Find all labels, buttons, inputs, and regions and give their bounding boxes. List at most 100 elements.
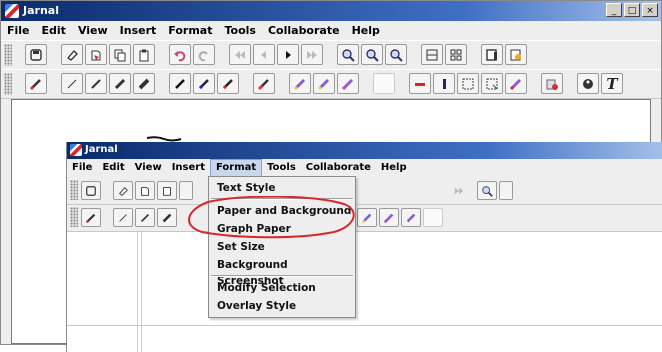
fat-pen-icon[interactable] <box>133 73 155 94</box>
white-pen-icon <box>423 208 443 227</box>
stamp-icon[interactable] <box>85 44 107 65</box>
medium-pen-icon[interactable] <box>85 73 107 94</box>
marker-icon[interactable] <box>505 73 527 94</box>
close-button[interactable]: × <box>642 3 658 17</box>
toolbar-grip[interactable] <box>4 44 12 66</box>
eraser-icon[interactable] <box>61 44 83 65</box>
red-pen-icon[interactable] <box>217 73 239 94</box>
menu-edit[interactable]: Edit <box>36 22 72 40</box>
black-pen-icon[interactable] <box>169 73 191 94</box>
prev-page-icon[interactable] <box>253 44 275 65</box>
paste-icon[interactable] <box>133 44 155 65</box>
stamp-icon <box>135 181 155 200</box>
palette-icon[interactable] <box>577 73 599 94</box>
margin-line <box>137 232 138 352</box>
heavy-pen-icon[interactable] <box>109 73 131 94</box>
menu-separator <box>211 198 353 200</box>
page-settings-icon[interactable] <box>505 44 527 65</box>
magenta-highlighter-icon[interactable] <box>337 73 359 94</box>
menu-collaborate[interactable]: Collaborate <box>262 22 346 40</box>
menu-file[interactable]: File <box>1 22 36 40</box>
pen-icon[interactable] <box>25 73 47 94</box>
eraser-icon <box>113 181 133 200</box>
last-page-icon[interactable] <box>301 44 323 65</box>
zoom-fit-icon[interactable] <box>385 44 407 65</box>
menu-separator <box>211 275 353 277</box>
first-page-icon[interactable] <box>229 44 251 65</box>
menu-item-paper-and-background: Paper and Background <box>217 205 352 217</box>
title-bar[interactable]: Jarnal _ □ × <box>1 1 661 21</box>
zoom-out-icon <box>499 181 513 200</box>
menu-view[interactable]: View <box>72 22 114 40</box>
menu-format[interactable]: Format <box>162 22 218 40</box>
embedded-title-bar: Jarnal <box>67 142 662 159</box>
paste-icon <box>179 181 193 200</box>
menu-item-background-screenshot: Background Screenshot <box>217 259 288 287</box>
toolbar-grip <box>70 207 78 227</box>
embedded-menu-tools: Tools <box>267 162 296 173</box>
menu-item-overlay-style: Overlay Style <box>217 300 297 312</box>
main-toolbar <box>1 40 661 70</box>
white-pen-icon[interactable] <box>373 73 395 94</box>
embedded-screenshot-window: Jarnal File Edit View Insert Format Tool… <box>66 142 662 352</box>
select-rect-icon[interactable] <box>457 73 479 94</box>
redo-icon[interactable] <box>193 44 215 65</box>
magenta-highlighter-icon <box>379 208 399 227</box>
undo-icon[interactable] <box>169 44 191 65</box>
pen-toolbar: T <box>1 69 661 99</box>
clear-icon[interactable] <box>541 73 563 94</box>
highlighter-icon[interactable] <box>253 73 275 94</box>
embedded-menu-insert: Insert <box>171 162 205 173</box>
maximize-button[interactable]: □ <box>624 3 640 17</box>
copy-icon[interactable] <box>109 44 131 65</box>
format-dropdown-menu: Text Style Paper and Background Graph Pa… <box>208 176 356 318</box>
menu-bar: File Edit View Insert Format Tools Colla… <box>1 22 661 40</box>
embedded-window-title: Jarnal <box>85 144 118 155</box>
select-lasso-icon[interactable] <box>481 73 503 94</box>
save-icon[interactable] <box>25 44 47 65</box>
text-tool-icon[interactable]: T <box>601 73 623 94</box>
embedded-menu-file: File <box>72 162 93 173</box>
zoom-in-icon <box>477 181 497 200</box>
embedded-main-toolbar <box>67 178 662 205</box>
new-page-icon[interactable] <box>481 44 503 65</box>
menu-item-set-size: Set Size <box>217 241 265 253</box>
save-icon <box>81 181 101 200</box>
toolbar-grip <box>70 180 78 200</box>
blue-pen-icon[interactable] <box>193 73 215 94</box>
green-highlighter-icon <box>357 208 377 227</box>
embedded-menu-view: View <box>134 162 162 173</box>
menu-tools[interactable]: Tools <box>218 22 261 40</box>
heavy-pen-icon <box>157 208 177 227</box>
margin-line <box>141 232 142 352</box>
menu-item-graph-paper: Graph Paper <box>217 223 291 235</box>
magenta-highlighter-icon <box>401 208 421 227</box>
fine-pen-icon <box>113 208 133 227</box>
last-page-icon <box>449 181 469 200</box>
fine-pen-icon[interactable] <box>61 73 83 94</box>
jarnal-app-icon <box>70 144 82 156</box>
page-layout-icon[interactable] <box>421 44 443 65</box>
next-page-icon[interactable] <box>277 44 299 65</box>
zoom-out-icon[interactable] <box>361 44 383 65</box>
window-controls: _ □ × <box>606 3 658 17</box>
zoom-in-icon[interactable] <box>337 44 359 65</box>
toolbar-grip[interactable] <box>4 73 12 95</box>
jarnal-app-icon <box>5 4 19 18</box>
yellow-highlighter-icon[interactable] <box>289 73 311 94</box>
red-line-icon[interactable] <box>409 73 431 94</box>
grid-layout-icon[interactable] <box>445 44 467 65</box>
embedded-menu-bar: File Edit View Insert Format Tools Colla… <box>67 159 662 177</box>
menu-help[interactable]: Help <box>346 22 386 40</box>
green-highlighter-icon[interactable] <box>313 73 335 94</box>
medium-pen-icon <box>135 208 155 227</box>
menu-item-text-style: Text Style <box>217 182 276 194</box>
blue-line-icon[interactable] <box>433 73 455 94</box>
pen-icon <box>81 208 101 227</box>
window-title: Jarnal <box>23 4 59 17</box>
menu-insert[interactable]: Insert <box>114 22 163 40</box>
embedded-page-canvas <box>67 232 662 352</box>
minimize-button[interactable]: _ <box>606 3 622 17</box>
embedded-menu-help: Help <box>380 162 407 173</box>
embedded-menu-edit: Edit <box>102 162 125 173</box>
